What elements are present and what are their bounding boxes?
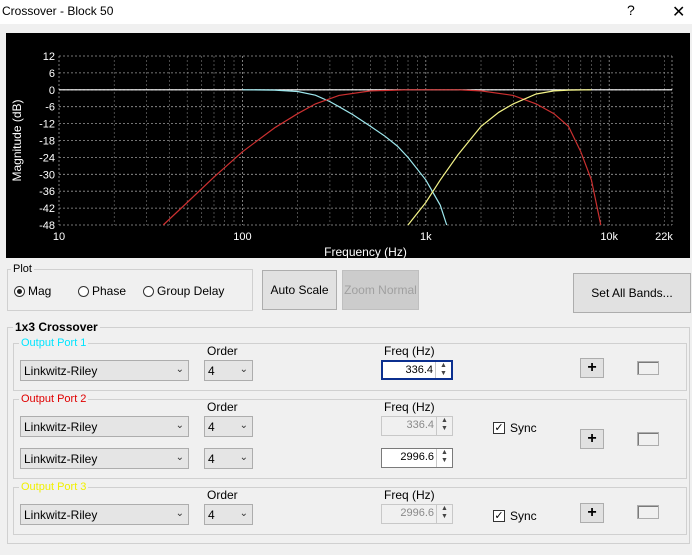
port-2-label: Output Port 2 [19,393,89,405]
x-tick-label: 1k [420,231,432,243]
port-1-order-header: Order [207,344,238,358]
radio-phase-dot[interactable] [78,285,89,297]
chevron-down-icon: ⌄ [175,452,184,463]
x-tick-label: 10 [53,231,65,243]
port-2-order-select-2[interactable]: 4 ⌄ [204,448,253,469]
spin-arrows-icon: ▲ ▼ [436,417,452,435]
port-2-color-box[interactable] [637,432,659,446]
title-bar: Crossover - Block 50 ? ✕ [0,0,692,24]
port-3-freq-value: 2996.6 [400,507,434,519]
port-2-order-value-1: 4 [208,419,215,434]
chart-svg: 1260-6-12-18-24-30-36-42-4810 100 1k 10k 22k… [10,51,673,258]
port-3-add-button[interactable]: + [580,503,604,523]
port-3-order-select[interactable]: 4 ⌄ [204,504,253,525]
spin-arrows-icon: ▲ ▼ [436,505,452,523]
port-2-sync[interactable]: ✓ Sync [493,421,537,435]
port-2-filter-value-1: Linkwitz-Riley [24,419,98,434]
port-2-freq-value-2: 2996.6 [400,451,434,463]
radio-phase[interactable]: Phase [78,284,126,298]
port-1-label: Output Port 1 [19,337,89,349]
port-2-filter-select-2[interactable]: Linkwitz-Riley ⌄ [20,448,189,469]
chevron-down-icon: ⌄ [175,420,184,431]
spin-arrows-icon[interactable]: ▲ ▼ [435,362,451,378]
port-3-freq-input: 2996.6 ▲ ▼ [381,504,453,524]
zoom-normal-button: Zoom Normal [342,270,419,310]
port-2-freq-input-2[interactable]: 2996.6 ▲ ▼ [381,448,453,468]
radio-phase-label: Phase [92,284,127,298]
port-3-sync-label: Sync [510,509,537,523]
y-tick-label: -42 [39,203,55,215]
radio-mag-dot[interactable] [14,285,25,297]
radio-group-delay-dot[interactable] [143,285,154,297]
port-2-sync-label: Sync [510,421,537,435]
chevron-down-icon: ⌄ [239,364,248,375]
help-button[interactable]: ? [627,2,635,18]
port-2-freq-header: Freq (Hz) [384,400,435,414]
port-1-filter-value: Linkwitz-Riley [24,363,98,378]
port-1-color-box[interactable] [637,361,659,375]
port-1-add-button[interactable]: + [580,358,604,378]
y-tick-label: -6 [45,102,55,114]
port-3-order-value: 4 [208,507,215,522]
port-1-order-select[interactable]: 4 ⌄ [204,360,253,381]
port-2-freq-value-1: 336.4 [406,419,434,431]
port-3-color-box[interactable] [637,505,659,519]
x-tick-label: 22k [655,231,673,243]
port-3-order-header: Order [207,488,238,502]
chevron-down-icon: ⌄ [239,420,248,431]
port-2-freq-input-1: 336.4 ▲ ▼ [381,416,453,436]
magnitude-graph[interactable]: 12 6 0 -6 -12 -18 -24 -30 -36 -42 -48 10 100 1k 10k 22k… [6,33,690,258]
port-2-filter-select-1[interactable]: Linkwitz-Riley ⌄ [20,416,189,437]
y-tick-label: 6 [49,68,55,80]
y-tick-label: -18 [39,136,55,148]
port-2-add-button[interactable]: + [580,429,604,449]
x-axis-label: Frequency (Hz) [324,245,407,258]
window-title: Crossover - Block 50 [2,4,114,18]
radio-group-delay-label: Group Delay [157,284,225,298]
port-2-order-select-1[interactable]: 4 ⌄ [204,416,253,437]
port-1-filter-select[interactable]: Linkwitz-Riley ⌄ [20,360,189,381]
y-tick-label: 12 [43,51,55,63]
plot-group-label: Plot [11,263,34,275]
x-tick-label: 100 [233,231,251,243]
port-3-sync[interactable]: ✓ Sync [493,509,537,523]
set-all-bands-button[interactable]: Set All Bands... [573,273,691,313]
auto-scale-button[interactable]: Auto Scale [262,270,337,310]
port-1-freq-header: Freq (Hz) [384,344,435,358]
port-3-sync-checkbox[interactable]: ✓ [493,510,505,522]
port-3-freq-header: Freq (Hz) [384,488,435,502]
y-tick-label: -24 [39,152,55,164]
chevron-down-icon: ⌄ [239,508,248,519]
radio-group-delay[interactable]: Group Delay [143,284,224,298]
radio-mag[interactable]: Mag [14,284,51,298]
y-axis-label: Magnitude (dB) [10,99,24,181]
port-2-order-header: Order [207,400,238,414]
port-3-filter-select[interactable]: Linkwitz-Riley ⌄ [20,504,189,525]
y-tick-label: -30 [39,169,55,181]
y-tick-label: -12 [39,119,55,131]
spin-arrows-icon[interactable]: ▲ ▼ [436,449,452,467]
chevron-down-icon: ⌄ [239,452,248,463]
radio-mag-label: Mag [28,284,52,298]
chevron-down-icon: ⌄ [175,508,184,519]
y-tick-label: -36 [39,186,55,198]
x-tick-label: 10k [600,231,618,243]
port-1-freq-value: 336.4 [405,364,433,376]
port-2-order-value-2: 4 [208,451,215,466]
port-3-label: Output Port 3 [19,481,89,493]
port-2-filter-value-2: Linkwitz-Riley [24,451,98,466]
port-3-filter-value: Linkwitz-Riley [24,507,98,522]
close-button[interactable]: ✕ [672,2,685,22]
chevron-down-icon: ⌄ [175,364,184,375]
port-1-freq-input[interactable]: 336.4 ▲ ▼ [381,360,453,380]
y-tick-label: 0 [49,85,55,97]
port-1-order-value: 4 [208,363,215,378]
crossover-title: 1x3 Crossover [13,320,100,334]
port-2-sync-checkbox[interactable]: ✓ [493,422,505,434]
